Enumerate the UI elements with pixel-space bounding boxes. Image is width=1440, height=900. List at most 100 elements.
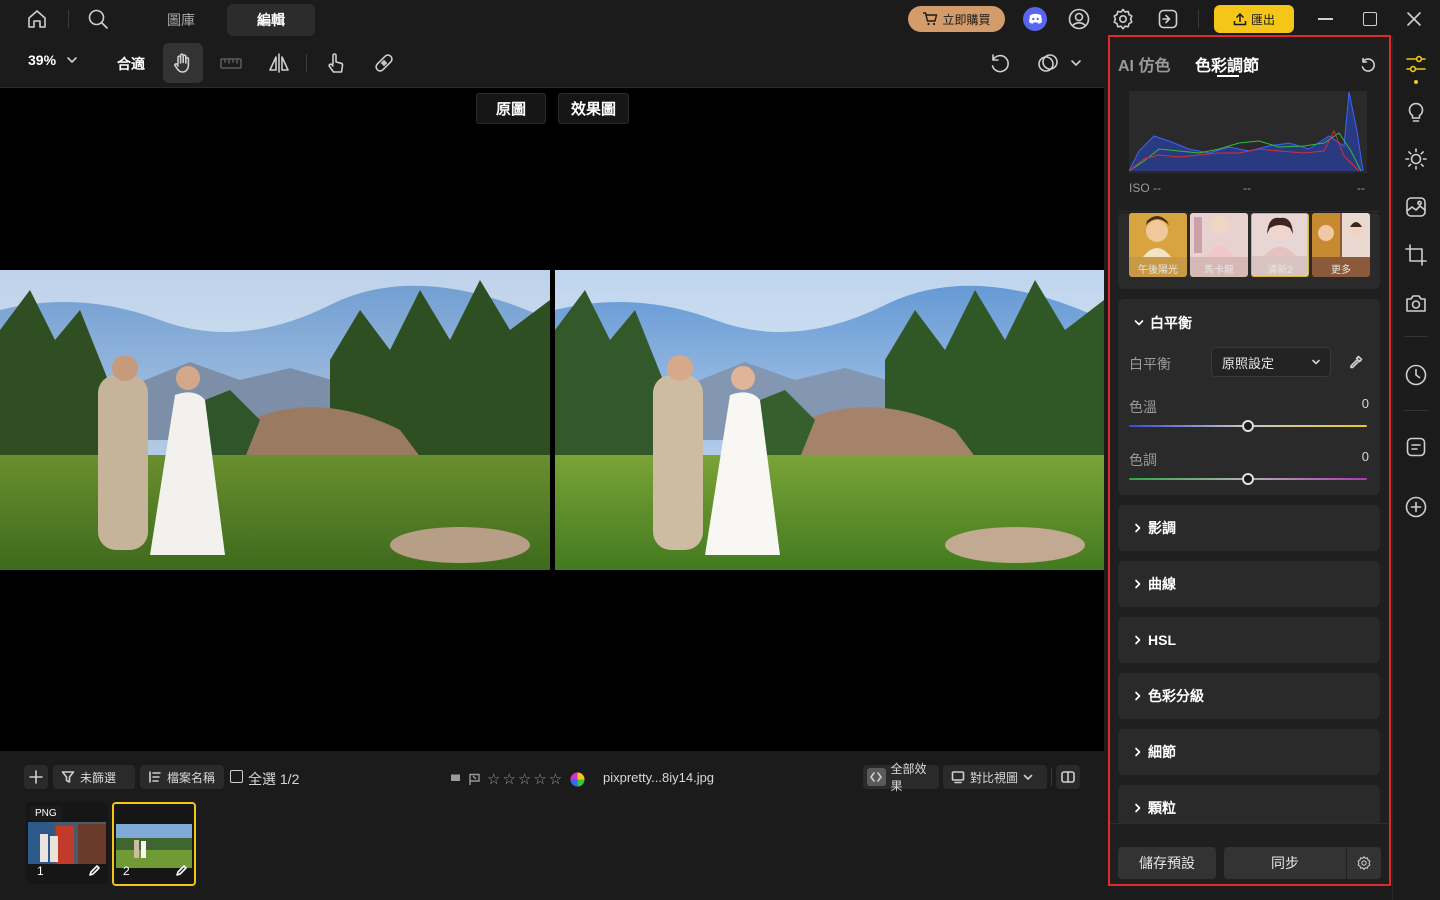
white-balance-header[interactable]: 白平衡 [1118,313,1192,333]
split-view-icon [1061,771,1075,783]
tint-value: 0 [1361,449,1369,464]
export-button[interactable]: 匯出 [1214,5,1294,33]
add-photo-button[interactable] [24,765,48,789]
effect-photo [555,270,1104,570]
gear-icon [1357,856,1371,870]
brightness-sun-icon[interactable] [1404,147,1428,171]
minimize-icon[interactable] [1318,18,1333,20]
chevron-right-icon [1135,579,1141,589]
discord-icon[interactable] [1023,7,1047,31]
iso-readout: ISO -- [1129,181,1161,195]
star-rating[interactable]: ☆☆☆☆☆ [487,770,564,788]
section-curves[interactable]: 曲線 [1118,561,1380,607]
section-hsl[interactable]: HSL [1118,617,1380,663]
maximize-icon[interactable] [1363,12,1377,26]
filename-label: pixpretty...8iy14.jpg [603,770,715,785]
camera-icon[interactable] [1404,291,1428,315]
png-badge: PNG [30,806,62,821]
crop-icon[interactable] [1404,243,1428,267]
flag-reject-icon[interactable] [468,773,481,786]
code-compare-icon [867,768,886,786]
eyedropper-icon[interactable] [1348,354,1364,370]
zoom-value: 39% [28,52,57,68]
cart-icon [923,12,938,26]
section-color-grading[interactable]: 色彩分級 [1118,673,1380,719]
chevron-right-icon [1135,803,1141,813]
color-adjust-sliders-icon[interactable] [1404,52,1428,76]
close-icon[interactable] [1406,11,1422,27]
section-title: HSL [1148,632,1176,648]
section-tone[interactable]: 影調 [1118,505,1380,551]
chevron-right-icon [1135,691,1141,701]
image-retouch-icon[interactable] [1404,195,1428,219]
sync-settings-button[interactable] [1347,847,1381,879]
section-detail[interactable]: 細節 [1118,729,1380,775]
reset-rotate-icon[interactable] [988,51,1012,75]
tint-slider-thumb[interactable] [1242,473,1254,485]
divider [1051,768,1052,786]
history-clock-icon[interactable] [1404,363,1428,387]
wb-mode-dropdown[interactable]: 原照設定 [1211,347,1331,377]
zoom-dropdown[interactable]: 39% [28,52,78,68]
account-icon[interactable] [1067,7,1091,31]
section-title: 顆粒 [1148,800,1176,816]
light-bulb-icon[interactable] [1404,100,1428,124]
bandage-heal-icon[interactable] [372,51,396,75]
sort-icon [149,771,161,783]
white-balance-section: 白平衡 白平衡 原照設定 色溫 0 色調 0 [1118,299,1380,495]
buy-now-label: 立即購買 [942,12,991,27]
overlay-compare-icon[interactable] [1036,51,1060,75]
chevron-down-icon [1312,359,1320,365]
image-canvas[interactable]: 原圖 效果圖 [0,88,1104,751]
tab-edit[interactable]: 編輯 [227,4,315,36]
section-grain[interactable]: 顆粒 [1118,785,1380,823]
thumbnail-index: 1 [37,864,44,878]
sort-button[interactable]: 檔案名稱 [140,765,224,789]
wb-label: 白平衡 [1129,356,1171,372]
preset-label: 清新2 [1267,265,1293,276]
all-effects-button[interactable]: 全部效果 [863,762,939,793]
tab-color-adjust[interactable]: 色彩調節 [1195,52,1259,76]
divider [1110,823,1389,824]
preset-label: 午後陽光 [1138,265,1178,276]
settings-gear-icon[interactable] [1111,7,1135,31]
buy-now-button[interactable]: 立即購買 [908,6,1005,32]
search-icon[interactable] [86,7,110,31]
touch-select-icon[interactable] [324,51,348,75]
ruler-icon[interactable] [219,51,243,75]
chevron-down-icon [67,57,77,63]
add-circle-icon[interactable] [1404,495,1428,519]
fit-button[interactable]: 合適 [117,54,145,74]
notes-list-icon[interactable] [1404,435,1428,459]
flip-icon[interactable] [267,51,291,75]
reset-icon[interactable] [1359,56,1377,74]
original-photo [0,270,550,570]
filter-button[interactable]: 未篩選 [53,765,135,789]
save-preset-button[interactable]: 儲存預設 [1118,847,1216,879]
tab-ai-color[interactable]: AI 仿色 [1118,52,1170,76]
monitor-icon [951,771,965,784]
chevron-down-icon[interactable] [1070,59,1082,67]
divider [1404,410,1428,411]
temperature-slider-thumb[interactable] [1242,420,1254,432]
hand-tool-button[interactable] [163,43,203,83]
sync-button[interactable]: 同步 [1224,847,1346,879]
color-label-icon[interactable] [570,772,585,787]
rating-group: ☆☆☆☆☆ [449,770,585,788]
edited-pencil-icon [88,864,101,877]
compare-view-dropdown[interactable]: 對比視圖 [943,765,1047,789]
section-title: 細節 [1148,744,1176,760]
select-all-checkbox[interactable] [230,770,243,783]
sort-label: 檔案名稱 [167,770,216,785]
filmstrip-bar: 未篩選 檔案名稱 全選 1/2 ☆☆☆☆☆ pixpretty...8iy14.… [0,751,1104,900]
sign-out-icon[interactable] [1156,7,1180,31]
divider [1392,38,1393,900]
home-icon[interactable] [26,8,48,30]
flag-pick-icon[interactable] [449,773,462,786]
aperture-readout: -- [1243,181,1251,195]
split-view-button[interactable] [1056,765,1080,789]
section-title: 色彩分級 [1148,688,1204,704]
tab-library[interactable]: 圖庫 [140,4,222,36]
original-label: 原圖 [476,93,546,124]
upload-icon [1233,12,1247,26]
